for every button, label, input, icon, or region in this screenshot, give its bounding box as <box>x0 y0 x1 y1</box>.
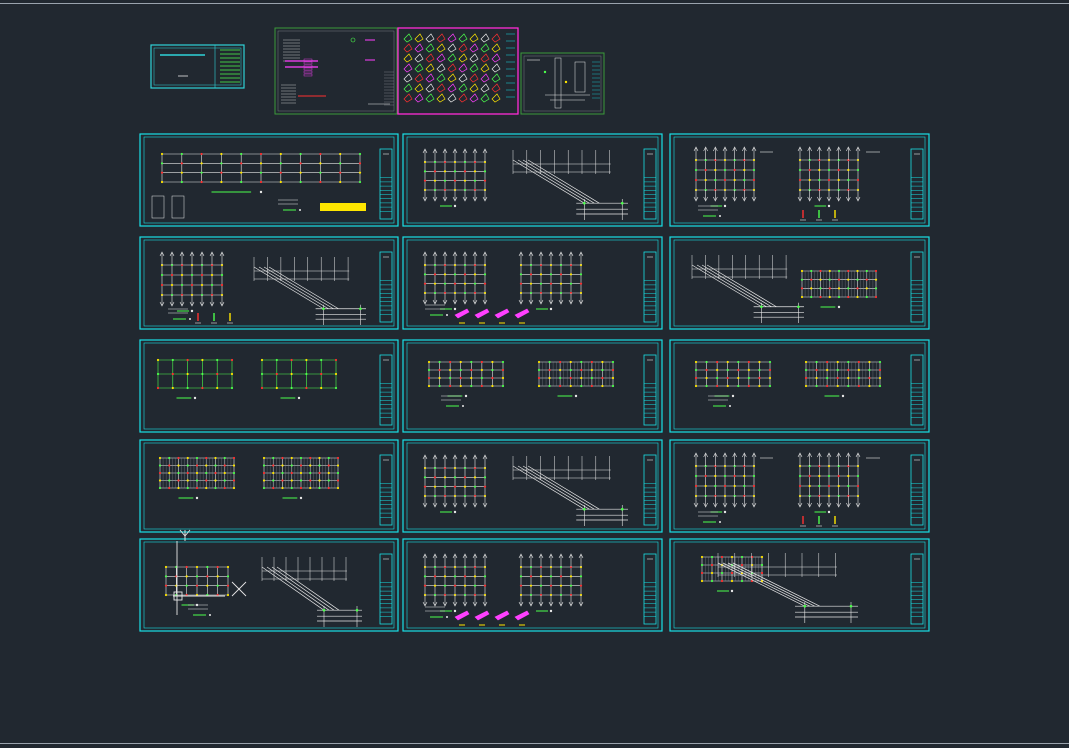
overview-sheets[interactable] <box>274 27 605 115</box>
floor-plan <box>422 251 488 311</box>
floor-plan <box>156 358 234 400</box>
floor-plan <box>159 251 225 313</box>
legend-marks <box>708 395 731 407</box>
stair-flight <box>253 257 366 325</box>
column-detail <box>171 195 185 219</box>
title-block <box>379 251 393 323</box>
floor-plan <box>800 269 878 309</box>
sheet-r4-c3[interactable] <box>669 439 930 533</box>
general-notes-sheet <box>274 27 398 115</box>
sheet-r4-c1[interactable] <box>139 439 399 533</box>
stair-flight <box>717 553 858 623</box>
title-block <box>379 354 393 426</box>
section-marks <box>800 516 838 527</box>
stair-flight <box>512 456 628 526</box>
stair-flight <box>512 150 628 220</box>
floor-plan <box>422 454 488 514</box>
sheet-r2-c2[interactable] <box>402 236 663 330</box>
sheet-r2-c1[interactable] <box>139 236 399 330</box>
sheet-r1-c3[interactable] <box>669 133 930 227</box>
stair-flight <box>691 255 804 323</box>
cover-sheet[interactable] <box>150 44 245 89</box>
legend-marks <box>188 604 211 616</box>
floor-plan <box>797 146 861 208</box>
drawing-canvas[interactable] <box>0 0 1069 748</box>
sheet-r4-c2[interactable] <box>402 439 663 533</box>
stair-flight <box>261 557 362 627</box>
title-block <box>379 553 393 625</box>
note-box <box>320 203 366 211</box>
sheet-r3-c1[interactable] <box>139 339 399 433</box>
column-detail <box>151 195 165 219</box>
floor-plan <box>422 148 488 208</box>
floor-plan <box>693 146 757 208</box>
sheet-r3-c3[interactable] <box>669 339 930 433</box>
floor-plan <box>422 553 488 613</box>
floor-plan <box>804 360 882 398</box>
section-sheet <box>520 52 605 115</box>
sheet-r5-c3[interactable] <box>669 538 930 632</box>
rebar-details <box>454 610 530 626</box>
title-block <box>910 148 924 220</box>
drawing-sheets[interactable] <box>139 133 930 632</box>
title-block <box>643 454 657 526</box>
title-block <box>910 454 924 526</box>
floor-plan <box>260 358 338 400</box>
sheet-r1-c1[interactable] <box>139 133 399 227</box>
floor-plan <box>427 360 505 398</box>
legend-marks <box>698 205 721 217</box>
section-marks <box>195 313 233 324</box>
floor-plan <box>700 555 764 593</box>
rebar-details <box>454 308 530 324</box>
sheet-r5-c2[interactable] <box>402 538 663 632</box>
legend-marks <box>425 606 448 618</box>
detail-sheet <box>397 27 519 115</box>
legend-marks <box>698 511 721 523</box>
floor-plan <box>797 452 861 514</box>
title-block <box>910 251 924 323</box>
floor-plan <box>262 456 340 500</box>
sheet-r1-c2[interactable] <box>402 133 663 227</box>
title-block <box>910 553 924 625</box>
floor-plan <box>537 360 615 398</box>
title-block <box>910 354 924 426</box>
floor-plan <box>693 452 757 514</box>
long-plan-grid <box>160 152 362 194</box>
floor-plan <box>518 553 584 613</box>
title-block <box>379 454 393 526</box>
crosshair-cursor-icon <box>173 529 247 615</box>
floor-plan <box>158 456 236 500</box>
title-block <box>643 354 657 426</box>
title-block <box>379 148 393 220</box>
floor-plan <box>694 360 772 398</box>
sheet-r3-c2[interactable] <box>402 339 663 433</box>
title-block <box>643 148 657 220</box>
title-block <box>643 251 657 323</box>
floor-plan <box>518 251 584 311</box>
section-marks <box>800 210 838 221</box>
sheet-r2-c3[interactable] <box>669 236 930 330</box>
legend-marks <box>425 304 448 316</box>
title-block <box>643 553 657 625</box>
legend-marks <box>441 395 464 407</box>
sheet-r5-c1[interactable] <box>139 538 399 632</box>
legend-marks <box>278 199 301 211</box>
